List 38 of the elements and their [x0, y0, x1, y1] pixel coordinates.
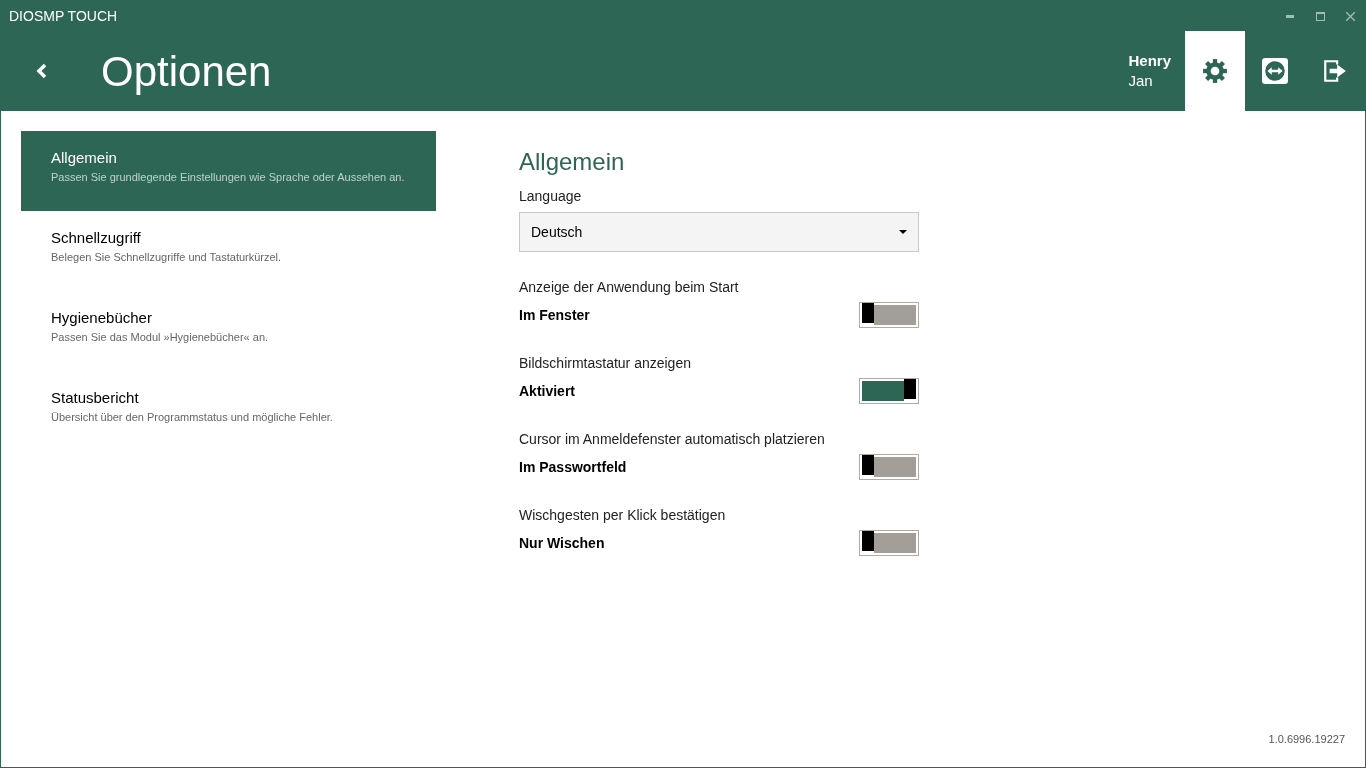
setting-label: Anzeige der Anwendung beim Start — [519, 278, 740, 297]
sidebar-item-description: Übersicht über den Programmstatus und mögliche Fehler. — [51, 409, 333, 425]
setting-label: Bildschirmtastatur anzeigen — [519, 354, 692, 373]
sidebar-item-description: Passen Sie das Modul »Hygienebücher« an. — [51, 329, 269, 345]
page-title: Optionen — [101, 46, 272, 97]
sidebar-item-description: Belegen Sie Schnellzugriffe und Tastaturkürzel. — [51, 249, 282, 265]
toggle-switch[interactable] — [859, 530, 919, 556]
settings-button[interactable] — [1185, 31, 1245, 111]
sidebar-item-description: Passen Sie grundlegende Einstellungen wie Sprache oder Aussehen an. — [51, 169, 405, 185]
language-value: Deutsch — [531, 222, 583, 242]
setting-value: Aktiviert — [519, 381, 576, 401]
toggle-switch[interactable] — [859, 378, 919, 404]
toggle-switch[interactable] — [859, 454, 919, 480]
back-chevron-icon — [35, 63, 47, 79]
setting-label: Wischgesten per Klick bestätigen — [519, 506, 727, 525]
gear-icon — [1202, 58, 1228, 84]
window-title: DIOSMP TOUCH — [9, 6, 118, 26]
toggle-switch[interactable] — [859, 302, 919, 328]
language-label: Language — [519, 187, 583, 206]
setting-value: Im Passwortfeld — [519, 457, 627, 477]
exit-arrow-icon — [1322, 58, 1348, 84]
dropdown-caret-icon — [899, 230, 907, 234]
version-text: 1.0.6996.19227 — [1268, 731, 1345, 747]
setting-value: Nur Wischen — [519, 533, 605, 553]
maximize-icon — [1315, 11, 1325, 21]
sidebar-item-title: Allgemein — [51, 148, 117, 168]
section-heading: Allgemein — [519, 147, 626, 177]
close-icon — [1345, 11, 1355, 21]
user-name: Henry Jan — [1128, 51, 1171, 91]
language-dropdown[interactable]: Deutsch — [519, 212, 919, 252]
setting-value: Im Fenster — [519, 305, 590, 325]
minimize-icon — [1286, 14, 1294, 18]
sidebar-item-title: Statusbericht — [51, 388, 139, 408]
sidebar-item-title: Hygienebücher — [51, 308, 152, 328]
setting-label: Cursor im Anmeldefenster automatisch platzieren — [519, 430, 826, 449]
sidebar-item[interactable]: Allgemein Passen Sie grundlegende Einstellungen wie Sprache oder Aussehen an. — [21, 131, 436, 211]
sidebar-item-title: Schnellzugriff — [51, 228, 141, 248]
double-arrow-icon — [1262, 58, 1288, 84]
